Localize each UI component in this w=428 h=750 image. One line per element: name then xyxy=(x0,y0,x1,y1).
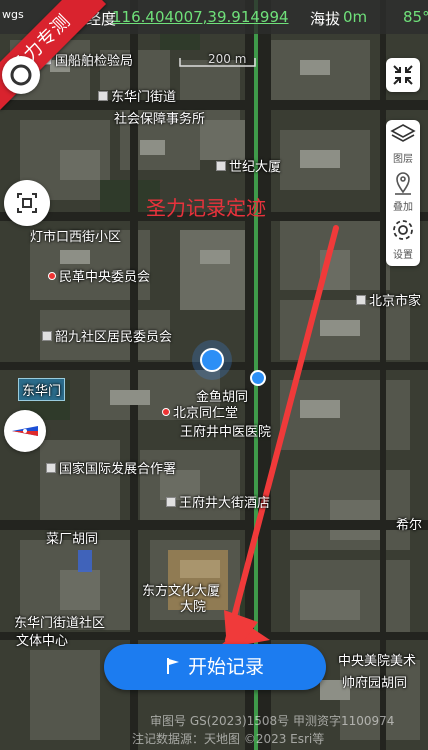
current-location-dot xyxy=(200,348,224,372)
poi-pin-icon xyxy=(162,408,170,416)
poi-label: 韶九社区居民委员会 xyxy=(42,326,172,345)
watermark-text: 圣力记录定迹 xyxy=(146,196,266,220)
layers-label: 图层 xyxy=(393,154,413,165)
poi-label: 世纪大厦 xyxy=(216,156,281,175)
gear-icon xyxy=(393,220,413,240)
attribution-line: 审图号 GS(2023)1508号 甲测资字1100974 xyxy=(150,714,395,728)
locate-icon xyxy=(10,64,32,86)
map-tool-panel: 图层 叠加 设置 xyxy=(386,120,420,266)
poi-label: 灯市口西街小区 xyxy=(30,230,122,245)
poi-label: 民革中央委员会 xyxy=(48,266,150,285)
poi-label: 东华门街道社区 xyxy=(14,616,106,631)
flag-icon xyxy=(166,646,180,692)
start-record-button[interactable]: 开始记录 xyxy=(104,644,326,690)
poi-pin-icon xyxy=(166,497,176,507)
poi-label: 大院 xyxy=(180,600,207,615)
collapse-button[interactable] xyxy=(386,58,420,92)
poi-pin-icon xyxy=(46,463,56,473)
altitude-label: 海拔 xyxy=(310,10,341,28)
compass-icon xyxy=(12,426,38,436)
poi-label: 国家国际发展合作署 xyxy=(46,458,176,477)
coordinate-value[interactable]: 116.404007,39.914994 xyxy=(112,8,289,26)
poi-label: 中央美院美术 xyxy=(338,654,417,669)
metro-marker xyxy=(250,370,266,386)
altitude-value: 0m xyxy=(343,8,368,26)
collapse-icon xyxy=(393,65,413,85)
locate-button[interactable] xyxy=(2,56,40,94)
poi-label: 希尔 xyxy=(396,518,423,533)
poi-pin-icon xyxy=(42,331,52,341)
overlay-pin-icon xyxy=(395,172,411,195)
poi-label: 北京市家 xyxy=(356,290,421,309)
settings-label: 设置 xyxy=(393,250,413,261)
poi-label: 帅府园胡同 xyxy=(342,676,408,691)
scan-icon xyxy=(17,193,37,213)
poi-pin-icon xyxy=(48,272,56,280)
temperature-value: 85° xyxy=(403,8,428,26)
poi-pin-icon xyxy=(216,161,226,171)
poi-label: 北京同仁堂 xyxy=(162,402,238,421)
compass-button[interactable] xyxy=(4,410,46,452)
poi-pin-icon xyxy=(98,91,108,101)
start-record-label: 开始记录 xyxy=(187,656,264,678)
attribution-line: 注记数据源：天地图 ©2023 Esri等 xyxy=(132,732,325,746)
overlay-button[interactable]: 叠加 xyxy=(386,168,420,216)
layers-icon xyxy=(390,124,416,142)
layers-button[interactable]: 图层 xyxy=(386,120,420,168)
poi-label: 王府井中医医院 xyxy=(180,425,272,440)
poi-label: 社会保障事务所 xyxy=(114,112,206,127)
settings-button[interactable]: 设置 xyxy=(386,216,420,264)
poi-pin-icon xyxy=(356,295,366,305)
crs-label: wgs xyxy=(2,8,24,21)
poi-label: 东华门街道 xyxy=(98,86,176,105)
overlay-label: 叠加 xyxy=(393,202,413,213)
poi-label: 王府井大街酒店 xyxy=(166,492,270,511)
poi-label: 文体中心 xyxy=(16,634,69,649)
poi-label: 菜厂胡同 xyxy=(46,532,99,547)
map-screen: { "status": { "crs_label": "wgs", "coord… xyxy=(0,0,428,750)
poi-label-metro: 东华门 xyxy=(18,378,66,401)
scale-label: 200 m xyxy=(208,52,247,66)
scan-button[interactable] xyxy=(4,180,50,226)
